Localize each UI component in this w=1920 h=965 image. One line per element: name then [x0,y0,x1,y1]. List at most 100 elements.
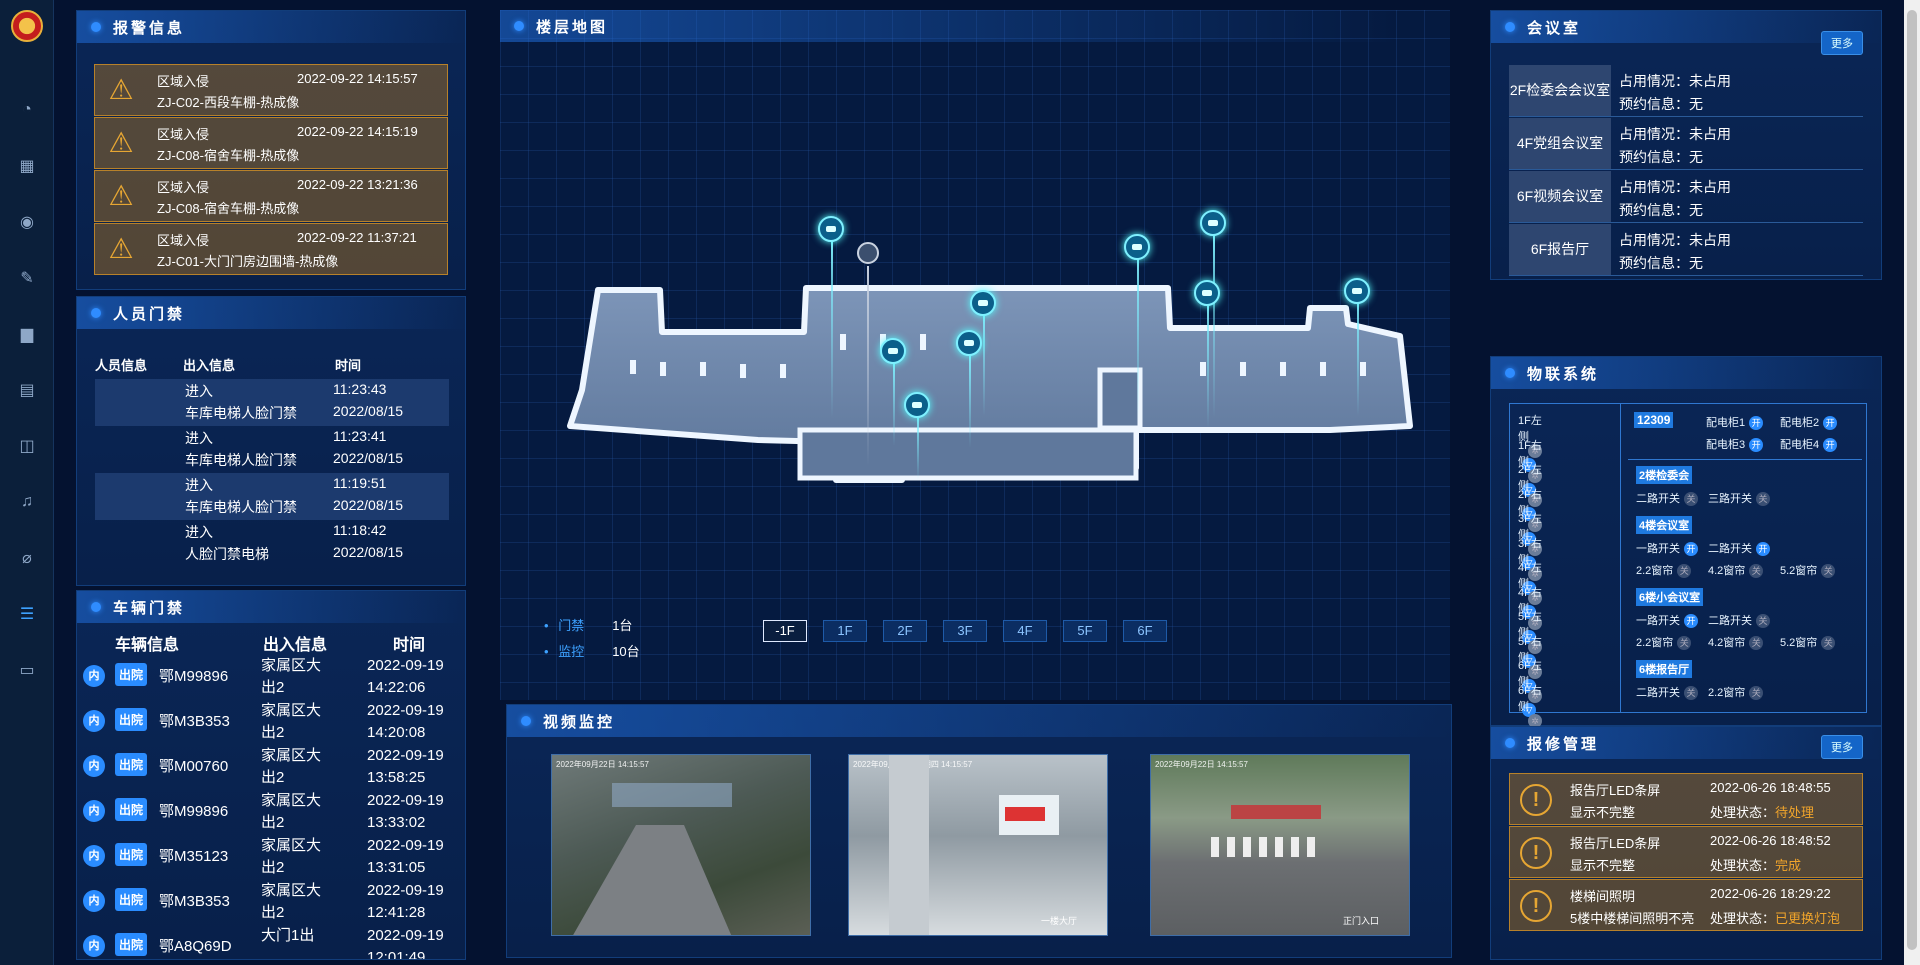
cabinet[interactable]: 配电柜2 开 [1780,414,1838,431]
switch-toggle[interactable]: 关 [1677,636,1692,651]
switch-toggle[interactable]: 开 [1823,416,1838,431]
video-feed-1[interactable]: 2022年09月22日 14:15:57 [551,754,811,936]
switch-toggle[interactable]: 关 [1756,492,1770,507]
switch-toggle[interactable]: 关 [1821,564,1836,579]
floor-tab-3F[interactable]: 3F [943,620,987,642]
pass-time: 2022-09-19 14:20:08 [367,702,444,741]
door-access-icon[interactable] [857,242,879,264]
camera-icon[interactable] [1194,280,1220,306]
switch-toggle[interactable]: 关 [1684,492,1698,507]
table-row[interactable]: 内出院 鄂M3B353 家属区大出2 2022-09-19 14:20:08 [81,698,461,743]
access-door: 人脸门禁电梯 [185,546,269,562]
switch-item[interactable]: 2.2窗帘关 [1708,684,1764,701]
meeting-room-row[interactable]: 2F检委会会议室 占用情况：未占用 预约信息：无 [1509,65,1863,117]
direction-badge: 出院 [115,753,148,776]
floor-tab-2F[interactable]: 2F [883,620,927,642]
switch-item[interactable]: 二路开关关 [1636,684,1698,701]
switch-item[interactable]: 一路开关开 [1636,540,1698,557]
table-row[interactable]: 进入 车库电梯人脸门禁 11:23:41 2022/08/15 [95,426,449,473]
floor-tab-6F[interactable]: 6F [1123,620,1167,642]
camera-icon[interactable] [1200,210,1226,236]
switch-item[interactable]: 5.2窗帘关 [1780,634,1836,651]
repair-item[interactable]: ! 报告厅LED条屏 显示不完整 2022-06-26 18:48:55 处理状态：待处… [1509,773,1863,825]
switch-toggle[interactable]: 开 [1749,416,1764,431]
switch-item[interactable]: 一路开关开 [1636,612,1698,629]
table-row[interactable]: 内出院 鄂A8Q69D 大门1出 2022-09-19 12:01:49 [81,923,461,959]
switch-toggle[interactable]: 关 [1749,636,1764,651]
floor-map[interactable]: 楼层地图 • 门禁 1台 • 监控 10台 [500,10,1450,700]
camera-icon[interactable] [904,392,930,418]
table-row[interactable]: 进入 车库电梯人脸门禁 11:23:43 2022/08/15 [95,379,449,426]
alarm-item[interactable]: ⚠ 区域入侵 2022-09-22 14:15:57 ZJ-C02-西段车棚-热成像 [94,64,448,116]
table-row[interactable]: 进入 人脸门禁电梯 11:18:42 2022/08/15 [95,520,449,567]
alarm-item[interactable]: ⚠ 区域入侵 2022-09-22 14:15:19 ZJ-C08-宿舍车棚-热成像 [94,117,448,169]
switch-toggle[interactable]: 开 [1756,542,1770,557]
camera-icon[interactable] [818,216,844,242]
table-row[interactable]: 内出院 鄂M00760 家属区大出2 2022-09-19 13:58:25 [81,743,461,788]
switch-item[interactable]: 二路开关关 [1636,490,1698,507]
video-feed-2[interactable]: 2022年09月22日 星期四 14:15:57 一楼大厅 [848,754,1108,936]
alarm-item[interactable]: ⚠ 区域入侵 2022-09-22 13:21:36 ZJ-C08-宿舍车棚-热成像 [94,170,448,222]
switch-toggle[interactable]: 开 [1684,614,1698,629]
grid-icon[interactable]: ▦ [0,138,54,194]
repair-item[interactable]: ! 楼梯间照明 5楼中楼梯间照明不亮 2022-06-26 18:29:22 处理状态：… [1509,879,1863,931]
list-icon[interactable]: ☰ [0,586,54,642]
edit-icon[interactable]: ✎ [0,250,54,306]
paperclip-icon[interactable]: ⌀ [0,530,54,586]
bell-icon[interactable]: ♫ [0,474,54,530]
floor-tab-5F[interactable]: 5F [1063,620,1107,642]
switch-item[interactable]: 二路开关开 [1708,540,1770,557]
switch-item[interactable]: 2.2窗帘关 [1636,634,1692,651]
switch-item[interactable]: 二路开关关 [1708,612,1770,629]
calendar-icon[interactable]: ▤ [0,362,54,418]
switch-toggle[interactable]: 开 [1749,438,1764,453]
switch-toggle[interactable]: 开 [1684,542,1698,557]
switch-item[interactable]: 2.2窗帘关 [1636,562,1692,579]
meeting-room-row[interactable]: 6F报告厅 占用情况：未占用 预约信息：无 [1509,224,1863,276]
meeting-room-row[interactable]: 4F党组会议室 占用情况：未占用 预约信息：无 [1509,118,1863,170]
access-direction: 进入 [185,383,213,399]
switch-item[interactable]: 4.2窗帘关 [1708,634,1764,651]
switch-toggle[interactable]: 关 [1684,686,1698,701]
switch-toggle[interactable]: 关 [1749,564,1764,579]
switch-item[interactable]: 三路开关关 [1708,490,1770,507]
dashboard-icon[interactable]: ◔ [0,82,54,138]
switch-toggle[interactable]: 开 [1823,438,1838,453]
meeting-room-row[interactable]: 6F视频会议室 占用情况：未占用 预约信息：无 [1509,171,1863,223]
switch-toggle[interactable]: 关 [1749,686,1764,701]
switch-toggle[interactable]: 关 [1677,564,1692,579]
camera-icon[interactable] [1124,234,1150,260]
table-row[interactable]: 内出院 鄂M3B353 家属区大出2 2022-09-19 12:41:28 [81,878,461,923]
cabinet[interactable]: 配电柜1 开 [1706,414,1764,431]
table-row[interactable]: 内出院 鄂M99896 家属区大出2 2022-09-19 13:33:02 [81,788,461,833]
floor-tab-b1F[interactable]: -1F [763,620,807,642]
building-icon[interactable]: ▆ [0,306,54,362]
scrollbar-thumb[interactable] [1907,10,1917,950]
table-row[interactable]: 进入 车库电梯人脸门禁 11:19:51 2022/08/15 [95,473,449,520]
repair-item[interactable]: ! 报告厅LED条屏 显示不完整 2022-06-26 18:48:52 处理状态：完成 [1509,826,1863,878]
more-button[interactable]: 更多 [1821,735,1863,759]
floor-tab-1F[interactable]: 1F [823,620,867,642]
access-door: 车库电梯人脸门禁 [185,452,297,468]
scrollbar[interactable] [1904,0,1920,965]
book-icon[interactable]: ◫ [0,418,54,474]
monitor-icon[interactable]: ▭ [0,642,54,698]
switch-toggle[interactable]: 关 [1821,636,1836,651]
switch-item[interactable]: 5.2窗帘关 [1780,562,1836,579]
camera-icon[interactable] [880,338,906,364]
alarm-item[interactable]: ⚠ 区域入侵 2022-09-22 11:37:21 ZJ-C01-大门门房边围墙-热… [94,223,448,275]
switch-toggle[interactable]: 关 [1756,614,1770,629]
video-feed-3[interactable]: 2022年09月22日 14:15:57 正门入口 [1150,754,1410,936]
circle-icon[interactable]: ◉ [0,194,54,250]
cabinet[interactable]: 配电柜4 开 [1780,436,1838,453]
camera-icon[interactable] [956,330,982,356]
camera-icon[interactable] [1344,278,1370,304]
table-row[interactable]: 内出院 鄂M99896 家属区大出2 2022-09-19 14:22:06 [81,653,461,698]
switch-item[interactable]: 4.2窗帘关 [1708,562,1764,579]
building-model[interactable] [500,10,1450,700]
cabinet[interactable]: 配电柜3 开 [1706,436,1764,453]
floor-tab-4F[interactable]: 4F [1003,620,1047,642]
more-button[interactable]: 更多 [1821,31,1863,55]
table-row[interactable]: 内出院 鄂M35123 家属区大出2 2022-09-19 13:31:05 [81,833,461,878]
camera-icon[interactable] [970,290,996,316]
